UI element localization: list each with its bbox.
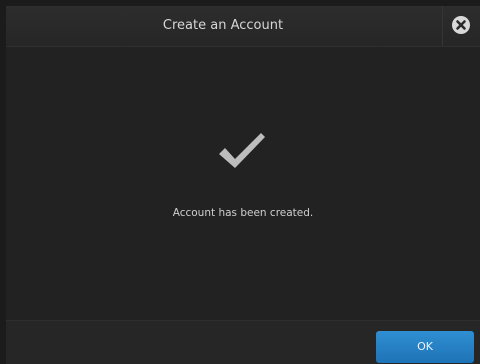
dialog-titlebar: Create an Account [6, 6, 480, 47]
dialog-content: Account has been created. [6, 47, 480, 320]
checkmark-icon [217, 131, 267, 173]
create-account-dialog: Create an Account Account has been creat… [6, 6, 480, 364]
close-icon[interactable] [452, 16, 470, 34]
dialog-title: Create an Account [162, 18, 284, 33]
success-message: Account has been created. [172, 207, 314, 219]
dialog-footer: OK [6, 320, 480, 364]
close-button-area[interactable] [442, 6, 480, 46]
ok-button[interactable]: OK [376, 331, 474, 363]
